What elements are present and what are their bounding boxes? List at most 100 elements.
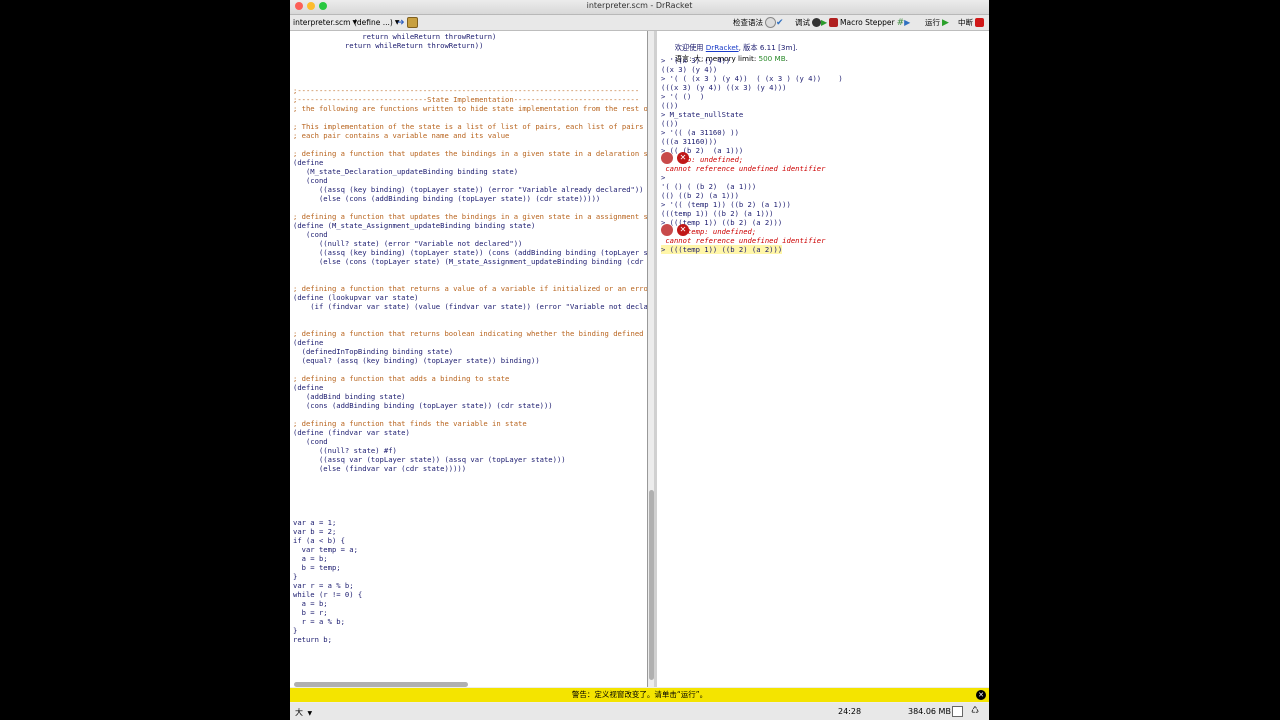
check-syntax-label: 检查语法 [733,18,763,27]
warning-text: 警告：定义视窗改变了。请单击“运行”。 [571,690,708,699]
repl-error-line: cannot reference undefined identifier [661,236,826,245]
code-line: } [293,626,298,635]
language-menu[interactable]: 大 ▼ [295,707,312,718]
repl-line: > '(( (temp 1)) ((b 2) (a 1))) [661,200,791,209]
code-line: ((null? state) (error "Variable not decl… [293,239,523,248]
code-line: return whileReturn throwReturn) [293,32,497,41]
code-line: (if (findvar var state) (value (findvar … [293,302,648,311]
repl-line: (() ((b 2) (a 1))) [661,191,739,200]
pause-icon [829,18,839,27]
code-line: (equal? (assq (key binding) (topLayer st… [293,356,540,365]
code-line: while (r != 0) { [293,590,363,599]
bug-report-icon[interactable] [661,224,673,236]
code-line: ; each pair contains a variable name and… [293,131,510,140]
code-line: } [293,572,298,581]
repl-error-line: b: undefined; [661,155,744,164]
define-menu[interactable]: (define ...) ▼ [354,17,399,28]
repl-line: (((temp 1)) ((b 2) (a 1))) [661,209,774,218]
code-line: (else (cons (topLayer state) (M_state_As… [293,257,644,266]
stop-label: 中断 [958,18,973,27]
code-line: ;---------------------------------------… [293,86,640,95]
definitions-editor[interactable]: return whileReturn throwReturn) return w… [290,31,648,687]
code-line: (else (findvar var (cdr state))))) [293,464,467,473]
debug-button[interactable]: 调试 ▶ [795,17,839,28]
warning-bar: 警告：定义视窗改变了。请单击“运行”。 ✕ [290,688,989,702]
chevron-down-icon: ▼ [307,710,313,717]
play-icon: ▶ [821,18,828,27]
repl-line: > '(( (a 31160) )) [661,128,739,137]
define-menu-label: (define ...) [354,18,393,27]
magnifier-icon [765,17,776,28]
repl-line: (()) [661,101,679,110]
stop-icon [975,18,984,27]
code-line: b = temp; [293,563,341,572]
repl-line: > M_state_nullState [661,110,744,119]
code-line: ((null? state) #f) [293,446,397,455]
repl-line: > (( (b 2) (a 1))) [661,146,744,155]
repl-line: (()) [661,119,679,128]
code-line: var r = a % b; [293,581,354,590]
code-line: b = r; [293,608,328,617]
save-button[interactable]: ➜ [397,17,418,28]
file-menu[interactable]: interpreter.scm ▼ [293,17,357,28]
macro-stepper-label: Macro Stepper [840,18,895,27]
code-line: var b = 2; [293,527,337,536]
memory-usage[interactable]: 384.06 MB [908,707,951,716]
macro-stepper-button[interactable]: Macro Stepper # ▶ [840,17,910,28]
toolbar: interpreter.scm ▼ (define ...) ▼ ➜ 检查语法 … [290,15,989,31]
code-line: (define [293,158,324,167]
close-icon[interactable]: ✕ [976,690,986,700]
code-line: (definedInTopBinding binding state) [293,347,454,356]
repl-line: (((a 31160))) [661,137,718,146]
code-line: ; defining a function that returns a val… [293,284,648,293]
run-icon: ▶ [942,17,949,28]
arrow-right-icon: ➜ [397,17,405,28]
code-line: (define (findvar var state) [293,428,410,437]
editor-horizontal-scrollbar[interactable] [294,682,468,687]
code-line: return b; [293,635,332,644]
language-suffix: . [785,54,788,63]
code-line: ;------------------------------State Imp… [293,95,640,104]
stop-button[interactable]: 中断 [958,17,984,28]
error-icon[interactable]: ✕ [677,152,689,164]
repl-line: > '( ( (x 3 ) (y 4)) ( (x 3 ) (y 4)) ) [661,74,843,83]
code-line: ((assq var (topLayer state)) (assq var (… [293,455,566,464]
code-line: (cond [293,176,328,185]
run-button[interactable]: 运行 ▶ [925,17,949,28]
repl-current-input[interactable]: > (((temp 1)) ((b 2) (a 2))) [661,245,783,254]
gc-checkbox[interactable] [952,706,963,717]
code-line: ; This implementation of the state is a … [293,122,648,131]
memory-limit: 500 MB [758,54,786,63]
code-line: a = b; [293,599,328,608]
code-line: ; defining a function that adds a bindin… [293,374,510,383]
window-title: interpreter.scm - DrRacket [586,1,693,10]
recycle-icon: ♺ [971,706,980,716]
repl-line: ((x 3) (y 4)) [661,65,718,74]
repl-line: (((x 3) (y 4)) ((x 3) (y 4))) [661,83,787,92]
editor-code[interactable]: return whileReturn throwReturn) return w… [293,32,648,644]
error-icon[interactable]: ✕ [677,224,689,236]
code-line: (define (lookupvar var state) [293,293,419,302]
repl-line: '( () ( (b 2) (a 1))) [661,182,757,191]
status-bar: 大 ▼ 24:28 384.06 MB ♺ [290,703,989,720]
code-line: return whileReturn throwReturn)) [293,41,484,50]
check-syntax-button[interactable]: 检查语法 ✔ [733,17,784,28]
code-line: (M_state_Declaration_updateBinding bindi… [293,167,519,176]
interactions-pane[interactable]: 欢迎使用 DrRacket, 版本 6.11 [3m]. 语言: 大; memo… [657,31,989,687]
code-line: ((assq (key binding) (topLayer state)) (… [293,185,644,194]
code-line: (addBind binding state) [293,392,406,401]
code-line: (cons (addBinding binding (topLayer stat… [293,401,553,410]
code-line: (else (cons (addBinding binding (topLaye… [293,194,601,203]
title-bar: interpreter.scm - DrRacket [290,0,989,15]
check-icon: ✔ [776,17,784,28]
language-label: 大 [295,708,303,717]
cursor-position: 24:28 [838,707,862,716]
step-icon: ▶ [904,18,911,27]
code-line: ; defining a function that updates the b… [293,212,648,221]
code-line: var a = 1; [293,518,337,527]
bug-report-icon[interactable] [661,152,673,164]
repl-error-line: cannot reference undefined identifier [661,164,826,173]
code-line: (define [293,338,324,347]
code-line: (cond [293,437,328,446]
repl-line: > [661,173,666,182]
